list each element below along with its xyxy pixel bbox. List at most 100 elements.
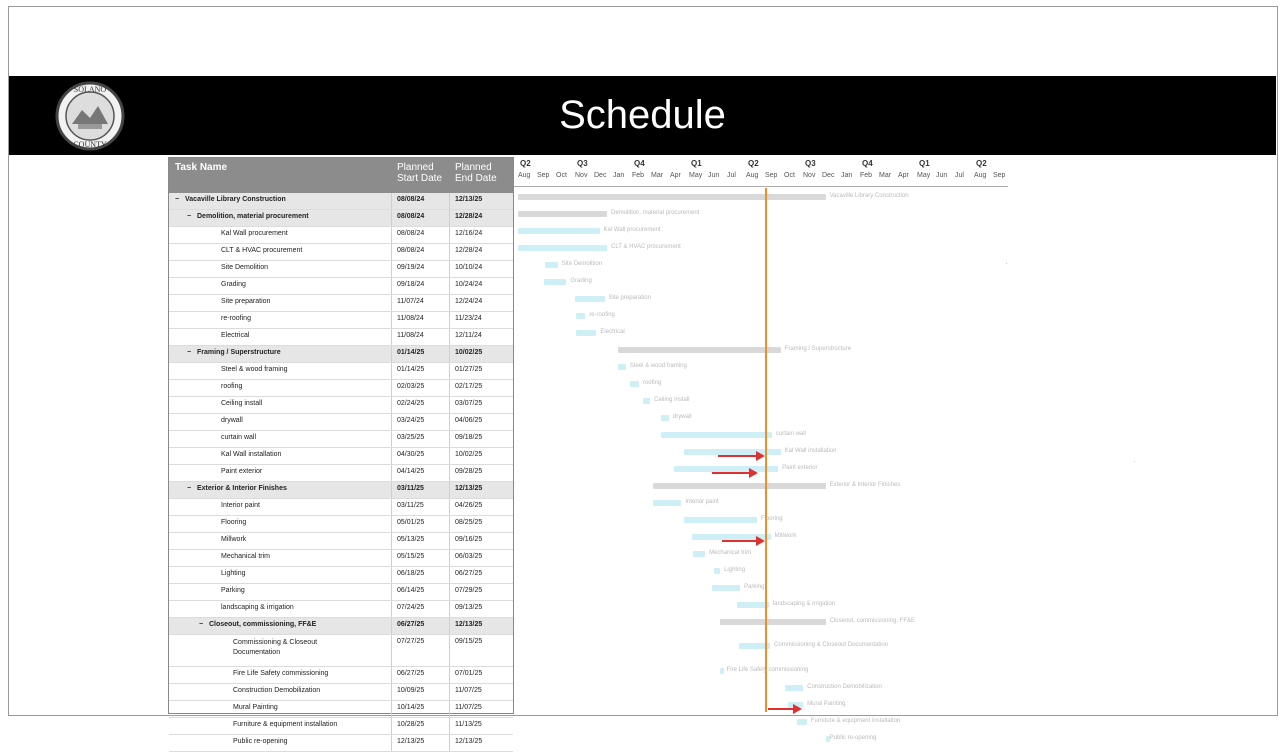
task-bar[interactable]: [617, 363, 626, 370]
task-name: CLT & HVAC procurement: [221, 247, 303, 254]
task-bar[interactable]: [711, 584, 741, 591]
task-bar-label: re-roofing: [589, 311, 615, 318]
planned-start-date: 01/14/25: [397, 349, 425, 356]
timeline-month: May: [917, 172, 931, 179]
task-bar[interactable]: [518, 227, 600, 234]
collapse-toggle-icon[interactable]: −: [199, 621, 203, 628]
task-bar[interactable]: [630, 380, 639, 387]
table-row[interactable]: re-roofing 11/08/24 11/23/24: [169, 312, 513, 329]
task-bar[interactable]: [544, 261, 558, 268]
task-bar-label: Kal Wall installation: [784, 447, 837, 454]
table-row[interactable]: Paint exterior 04/14/25 09/28/25: [169, 465, 513, 482]
table-row[interactable]: landscaping & irrigation 07/24/25 09/13/25: [169, 601, 513, 618]
table-row[interactable]: drywall 03/24/25 04/06/25: [169, 414, 513, 431]
task-bar[interactable]: [684, 516, 757, 523]
collapse-toggle-icon[interactable]: −: [187, 213, 191, 220]
table-row[interactable]: − Vacaville Library Construction 08/08/24 1…: [169, 193, 513, 210]
table-row[interactable]: Mural Painting 10/14/25 11/07/25: [169, 701, 513, 718]
task-bar-label: Mural Painting: [807, 700, 846, 707]
table-row[interactable]: Steel & wood framing 01/14/25 01/27/25: [169, 363, 513, 380]
task-bar[interactable]: [575, 329, 597, 336]
task-bar[interactable]: [785, 684, 804, 691]
table-row[interactable]: Mechanical trim 05/15/25 06/03/25: [169, 550, 513, 567]
task-bar[interactable]: [661, 431, 772, 438]
task-bar[interactable]: [660, 414, 669, 421]
timeline-month: Sep: [993, 172, 1006, 179]
header-planned-end[interactable]: Planned End Date: [455, 162, 505, 184]
task-name: roofing: [221, 383, 243, 390]
task-bar-label: Exterior & Interior Finishes: [829, 481, 901, 488]
task-bar[interactable]: [518, 244, 608, 251]
red-arrow-icon: [712, 471, 750, 474]
task-name: Site Demolition: [221, 264, 269, 271]
task-bar[interactable]: [796, 718, 807, 725]
table-row[interactable]: Fire Life Safety commissioning 06/27/25 07…: [169, 667, 513, 684]
table-row[interactable]: curtain wall 03/25/25 09/18/25: [169, 431, 513, 448]
table-row[interactable]: Ceiling install 02/24/25 03/07/25: [169, 397, 513, 414]
table-row[interactable]: Construction Demobilization 10/09/25 11/07…: [169, 684, 513, 701]
table-row[interactable]: Parking 06/14/25 07/29/25: [169, 584, 513, 601]
table-row[interactable]: − Closeout, commissioning, FF&E 06/27/25 12…: [169, 618, 513, 635]
table-row[interactable]: Electrical 11/08/24 12/11/24: [169, 329, 513, 346]
timeline-month: Feb: [860, 172, 873, 179]
table-body: − Vacaville Library Construction 08/08/24 1…: [169, 193, 513, 752]
table-row[interactable]: Interior paint 03/11/25 04/26/25: [169, 499, 513, 516]
task-bar-label: CLT & HVAC procurement: [611, 243, 681, 250]
task-name: Mechanical trim: [221, 553, 271, 560]
task-bar-label: Parking: [744, 583, 765, 590]
table-row[interactable]: Site Demolition 09/19/24 10/10/24: [169, 261, 513, 278]
table-row[interactable]: Commissioning & Closeout Documentation 07…: [169, 635, 513, 667]
task-bar[interactable]: [575, 312, 586, 319]
task-bar[interactable]: [693, 550, 706, 557]
task-name: Lighting: [221, 570, 246, 577]
planned-start-date: 06/18/25: [397, 570, 425, 577]
task-name: drywall: [221, 417, 243, 424]
red-arrow-icon: [718, 454, 757, 457]
collapse-toggle-icon[interactable]: −: [175, 196, 179, 203]
collapse-toggle-icon[interactable]: −: [187, 485, 191, 492]
task-bar[interactable]: [575, 295, 605, 302]
planned-end-date: 10/10/24: [455, 264, 483, 271]
arrowhead-icon: [756, 535, 765, 546]
planned-end-date: 09/28/25: [455, 468, 483, 475]
table-row[interactable]: Lighting 06/18/25 06/27/25: [169, 567, 513, 584]
table-row[interactable]: Grading 09/18/24 10/24/24: [169, 278, 513, 295]
timeline-month: Mar: [879, 172, 892, 179]
header-planned-start[interactable]: Planned Start Date: [397, 162, 447, 184]
planned-end-date: 10/02/25: [455, 349, 483, 356]
task-bar[interactable]: [518, 193, 826, 200]
table-row[interactable]: − Framing / Superstructure 01/14/25 10/02/2…: [169, 346, 513, 363]
task-bar[interactable]: [617, 346, 781, 353]
table-row[interactable]: CLT & HVAC procurement 08/08/24 12/28/24: [169, 244, 513, 261]
task-bar[interactable]: [720, 667, 725, 674]
red-arrow-icon: [722, 539, 757, 542]
table-row[interactable]: roofing 02/03/25 02/17/25: [169, 380, 513, 397]
task-bar[interactable]: [652, 482, 826, 489]
task-bar[interactable]: [518, 210, 608, 217]
table-row[interactable]: − Demolition, material procurement 08/08/2…: [169, 210, 513, 227]
collapse-toggle-icon[interactable]: −: [187, 349, 191, 356]
table-row[interactable]: Public re-opening 12/13/25 12/13/25: [169, 735, 513, 752]
table-row[interactable]: Kal Wall procurement 08/08/24 12/16/24: [169, 227, 513, 244]
planned-start-date: 03/11/25: [397, 485, 424, 492]
table-row[interactable]: Kal Wall installation 04/30/25 10/02/25: [169, 448, 513, 465]
table-row[interactable]: Flooring 05/01/25 08/25/25: [169, 516, 513, 533]
task-bar[interactable]: [714, 567, 721, 574]
slide-title: Schedule: [559, 93, 726, 137]
table-row[interactable]: Site preparation 11/07/24 12/24/24: [169, 295, 513, 312]
header-start-line2: Start Date: [397, 173, 443, 184]
task-name: re-roofing: [221, 315, 251, 322]
planned-start-date: 06/14/25: [397, 587, 425, 594]
task-bar[interactable]: [720, 618, 826, 625]
table-row[interactable]: Millwork 05/13/25 09/16/25: [169, 533, 513, 550]
timeline-month: Sep: [537, 172, 550, 179]
scroll-marker-icon: ·: [1133, 457, 1136, 466]
header-task-name[interactable]: Task Name: [175, 162, 227, 173]
task-bar[interactable]: [643, 397, 651, 404]
task-bar[interactable]: [543, 278, 567, 285]
task-bar[interactable]: [652, 499, 682, 506]
task-name: Fire Life Safety commissioning: [233, 670, 329, 677]
table-row[interactable]: − Exterior & Interior Finishes 03/11/25 12/…: [169, 482, 513, 499]
planned-end-date: 11/07/25: [455, 704, 482, 711]
planned-end-date: 03/07/25: [455, 400, 483, 407]
